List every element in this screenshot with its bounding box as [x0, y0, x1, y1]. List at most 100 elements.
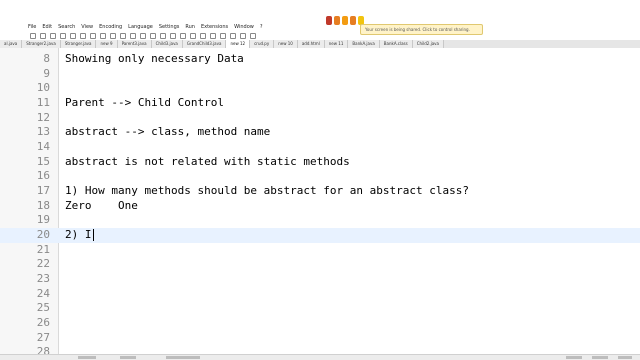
close-all-icon[interactable] — [80, 33, 86, 39]
copy-icon[interactable] — [110, 33, 116, 39]
menu-item[interactable]: File — [28, 24, 36, 30]
line-text[interactable]: Zero One — [65, 199, 138, 214]
editor-line[interactable]: 22 — [0, 257, 640, 272]
menu-item[interactable]: Extensions — [201, 24, 228, 30]
line-number: 24 — [36, 286, 50, 300]
status-segment — [78, 356, 96, 359]
editor-line[interactable]: 8 Showing only necessary Data — [0, 52, 640, 67]
zoom-out-icon[interactable] — [180, 33, 186, 39]
line-text[interactable]: 1) How many methods should be abstract f… — [65, 184, 469, 199]
open-file-icon[interactable] — [40, 33, 46, 39]
line-number: 22 — [36, 257, 50, 271]
line-number: 26 — [36, 316, 50, 330]
save-icon[interactable] — [50, 33, 56, 39]
current-line[interactable]: 20 2) I — [0, 228, 640, 243]
tab[interactable]: add.html — [297, 40, 325, 48]
editor-line[interactable]: 13 abstract --> class, method name — [0, 125, 640, 140]
tab[interactable]: al.java — [0, 40, 23, 48]
new-file-icon[interactable] — [30, 33, 36, 39]
indent-guide-icon[interactable] — [220, 33, 226, 39]
line-number: 9 — [43, 66, 50, 80]
tab[interactable]: new 10 — [274, 40, 298, 48]
line-number: 27 — [36, 330, 50, 344]
editor-line[interactable]: 14 — [0, 140, 640, 155]
line-text[interactable]: abstract --> class, method name — [65, 125, 270, 140]
word-wrap-icon[interactable] — [200, 33, 206, 39]
line-number: 11 — [36, 96, 50, 109]
show-all-chars-icon[interactable] — [210, 33, 216, 39]
editor-line[interactable]: 19 — [0, 213, 640, 228]
print-icon[interactable] — [90, 33, 96, 39]
text-editor[interactable]: 8 Showing only necessary Data 9 10 11 Parent … — [0, 48, 640, 358]
editor-line[interactable]: 24 — [0, 287, 640, 302]
menu-item[interactable]: ? — [260, 24, 263, 30]
tab[interactable]: BankA.java — [348, 40, 380, 48]
line-number: 13 — [36, 125, 50, 139]
find-icon[interactable] — [150, 33, 156, 39]
line-number: 23 — [36, 272, 50, 286]
status-segment — [120, 356, 136, 359]
editor-line[interactable]: 10 — [0, 81, 640, 96]
redo-icon[interactable] — [140, 33, 146, 39]
save-all-icon[interactable] — [60, 33, 66, 39]
line-text[interactable]: Parent --> Child Control — [65, 96, 224, 111]
menu-bar: File Edit Search View Encoding Language Settin… — [0, 22, 640, 32]
editor-line[interactable]: 16 — [0, 169, 640, 184]
tab[interactable]: BankA.class — [379, 40, 413, 48]
line-number: 25 — [36, 301, 50, 315]
tab-active[interactable]: new 12 — [226, 40, 251, 48]
text-caret — [92, 229, 94, 242]
tab[interactable]: new 11 — [324, 40, 349, 48]
replace-icon[interactable] — [160, 33, 166, 39]
tab[interactable]: new 9 — [96, 40, 118, 48]
editor-line[interactable]: 15 abstract is not related with static me… — [0, 155, 640, 170]
menu-item[interactable]: Search — [58, 24, 75, 30]
tab[interactable]: Child2.java — [412, 40, 444, 48]
menu-item[interactable]: View — [81, 24, 93, 30]
line-number: 12 — [36, 110, 50, 124]
menu-item[interactable]: Settings — [159, 24, 180, 30]
status-segment — [618, 356, 632, 359]
tab[interactable]: Parent3.java — [117, 40, 152, 48]
line-text[interactable]: 2) I — [65, 228, 94, 243]
line-text[interactable]: abstract is not related with static meth… — [65, 155, 350, 170]
menu-item[interactable]: Encoding — [99, 24, 122, 30]
menu-item[interactable]: Language — [128, 24, 153, 30]
line-text[interactable]: Showing only necessary Data — [65, 52, 244, 67]
tab[interactable]: Stranger2.java — [22, 40, 61, 48]
tab[interactable]: crud.py — [250, 40, 275, 48]
editor-line[interactable]: 25 — [0, 301, 640, 316]
play-macro-icon[interactable] — [250, 33, 256, 39]
cut-icon[interactable] — [100, 33, 106, 39]
tab[interactable]: Stranger.java — [60, 40, 97, 48]
editor-line[interactable]: 9 — [0, 67, 640, 82]
editor-line[interactable]: 26 — [0, 316, 640, 331]
status-segment — [166, 356, 200, 359]
line-number: 17 — [36, 184, 50, 198]
undo-icon[interactable] — [130, 33, 136, 39]
editor-line[interactable]: 11 Parent --> Child Control — [0, 96, 640, 111]
editor-line[interactable]: 12 — [0, 111, 640, 126]
tab[interactable]: GrandChild3.java — [182, 40, 227, 48]
editor-line[interactable]: 21 — [0, 243, 640, 258]
record-macro-icon[interactable] — [230, 33, 236, 39]
menu-item[interactable]: Run — [185, 24, 195, 30]
editor-line[interactable]: 23 — [0, 272, 640, 287]
zoom-in-icon[interactable] — [170, 33, 176, 39]
line-number: 16 — [36, 169, 50, 183]
editor-line[interactable]: 27 — [0, 331, 640, 346]
line-number: 18 — [36, 198, 50, 212]
editor-line[interactable]: 18 Zero One — [0, 199, 640, 214]
menu-item[interactable]: Window — [234, 24, 254, 30]
toolbar — [0, 32, 640, 40]
sync-scroll-icon[interactable] — [190, 33, 196, 39]
line-number: 19 — [36, 213, 50, 227]
editor-line[interactable]: 17 1) How many methods should be abstract… — [0, 184, 640, 199]
paste-icon[interactable] — [120, 33, 126, 39]
menu-item[interactable]: Edit — [42, 24, 52, 30]
stop-macro-icon[interactable] — [240, 33, 246, 39]
line-number: 15 — [36, 154, 50, 168]
status-segment — [566, 356, 582, 359]
close-icon[interactable] — [70, 33, 76, 39]
tab[interactable]: Child3.java — [151, 40, 183, 48]
